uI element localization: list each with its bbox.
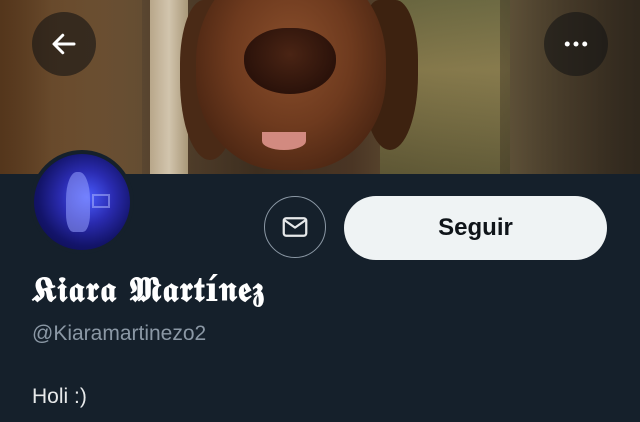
user-handle: @Kiaramartinezo2 [32, 322, 207, 345]
dog-tongue [262, 132, 306, 150]
follow-button[interactable]: Seguir [344, 196, 607, 260]
display-name: 𝕶𝖎𝖆𝖗𝖆 𝕸𝖆𝖗𝖙í𝖓𝖊𝖟 [32, 270, 266, 310]
avatar[interactable] [30, 150, 134, 254]
avatar-frame [92, 194, 110, 208]
bio-text: Holi :) [32, 385, 87, 408]
back-button[interactable] [32, 12, 96, 76]
profile-banner[interactable] [0, 0, 640, 174]
dog-nose [244, 28, 336, 94]
message-button[interactable] [264, 196, 326, 258]
envelope-icon [282, 217, 308, 237]
arrow-left-icon [52, 33, 76, 55]
avatar-figure [66, 172, 90, 232]
more-horizontal-icon [564, 41, 588, 47]
more-options-button[interactable] [544, 12, 608, 76]
